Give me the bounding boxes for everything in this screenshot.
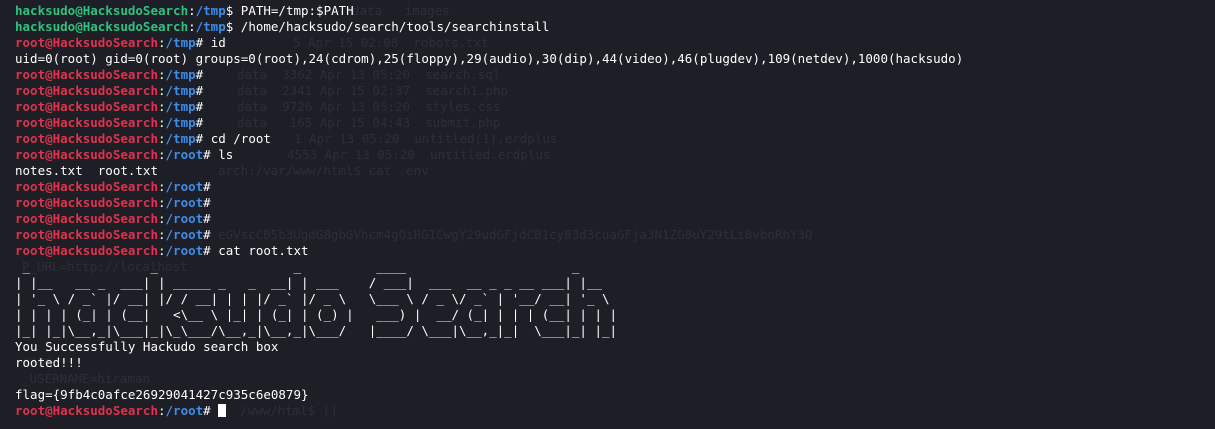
ascii-banner-line: | |__ __ _ ___| | _____ _ _ __| | ___ / … [15,275,602,290]
prompt-user: hacksudo@HacksudoSearch [15,19,189,34]
prompt-path: /root [165,179,204,194]
active-prompt-line[interactable]: root@HacksudoSearch:/root# [15,403,1210,419]
prompt-path: /root [165,227,204,242]
terminal-output: hacksudo@HacksudoSearch:/tmp$ PATH=/tmp:… [15,3,1210,419]
text-cursor[interactable] [218,404,227,417]
rooted-message: rooted!!! [15,355,83,370]
prompt-root: root@HacksudoSearch [15,147,158,162]
prompt-line: root@HacksudoSearch:/root# ls [15,147,234,162]
prompt-line: hacksudo@HacksudoSearch:/tmp$ /home/hack… [15,19,550,34]
prompt-line: hacksudo@HacksudoSearch:/tmp$ PATH=/tmp:… [15,3,354,18]
prompt-line: root@HacksudoSearch:/root# cat root.txt [15,243,309,258]
prompt-path: /root [165,243,204,258]
ascii-banner-line: _ _ _ ____ _ [15,259,580,274]
success-message: You Successfully Hackudo search box [15,339,279,354]
prompt-root: root@HacksudoSearch [15,35,158,50]
prompt-line: root@HacksudoSearch:/root# [15,211,211,226]
prompt-root: root@HacksudoSearch [15,195,158,210]
prompt-path: /tmp [165,99,196,114]
prompt-line: root@HacksudoSearch:/tmp# [15,67,204,82]
prompt-root: root@HacksudoSearch [15,227,158,242]
command-text: /home/hacksudo/search/tools/searchinstal… [233,19,550,34]
prompt-path: /tmp [165,83,196,98]
prompt-root: root@HacksudoSearch [15,243,158,258]
id-output: uid=0(root) gid=0(root) groups=0(root),2… [15,51,964,66]
prompt-root: root@HacksudoSearch [15,211,158,226]
prompt-path: /tmp [195,19,226,34]
prompt-root: root@HacksudoSearch [15,403,158,418]
prompt-line: root@HacksudoSearch:/root# [15,179,211,194]
prompt-path: /root [165,211,204,226]
prompt-line: root@HacksudoSearch:/tmp# [15,83,204,98]
command-text: ls [210,147,234,162]
prompt-line: root@HacksudoSearch:/tmp# id [15,35,226,50]
ascii-banner-line: | | | | (_| | (__| <\__ \ |_| | (_| | (_… [15,307,618,322]
command-text: id [203,35,226,50]
prompt-root: root@HacksudoSearch [15,99,158,114]
prompt-root: root@HacksudoSearch [15,83,158,98]
flag-output: flag={9fb4c0afce26929041427c935c6e0879} [15,387,309,402]
ascii-banner-line: |_| |_|\__,_|\___|_|\_\___/\__,_|\__,_|\… [15,323,618,338]
prompt-line: root@HacksudoSearch:/tmp# [15,99,204,114]
prompt-path: /tmp [165,115,196,130]
prompt-path: /root [165,403,204,418]
prompt-root: root@HacksudoSearch [15,131,158,146]
ascii-banner-line: | '_ \ / _` |/ __| |/ / __| | | |/ _` |/… [15,291,610,306]
prompt-root: root@HacksudoSearch [15,115,158,130]
prompt-path: /root [165,147,204,162]
prompt-path: /root [165,195,204,210]
prompt-path: /tmp [195,3,226,18]
prompt-root: root@HacksudoSearch [15,179,158,194]
prompt-line: root@HacksudoSearch:/root# [15,227,211,242]
prompt-line: root@HacksudoSearch:/root# [15,195,211,210]
command-text: cd /root [203,131,271,146]
prompt-user: hacksudo@HacksudoSearch [15,3,189,18]
prompt-line: root@HacksudoSearch:/tmp# [15,115,204,130]
prompt-line: root@HacksudoSearch:/tmp# cd /root [15,131,271,146]
prompt-path: /tmp [165,67,196,82]
prompt-path: /tmp [165,35,196,50]
command-text: PATH=/tmp:$PATH [233,3,354,18]
prompt-path: /tmp [165,131,196,146]
command-text: cat root.txt [210,243,309,258]
ls-output: notes.txt root.txt [15,163,158,178]
terminal-window[interactable]: data images 5 Apr 15 02:08 robots.txt da… [0,0,1215,429]
prompt-root: root@HacksudoSearch [15,67,158,82]
